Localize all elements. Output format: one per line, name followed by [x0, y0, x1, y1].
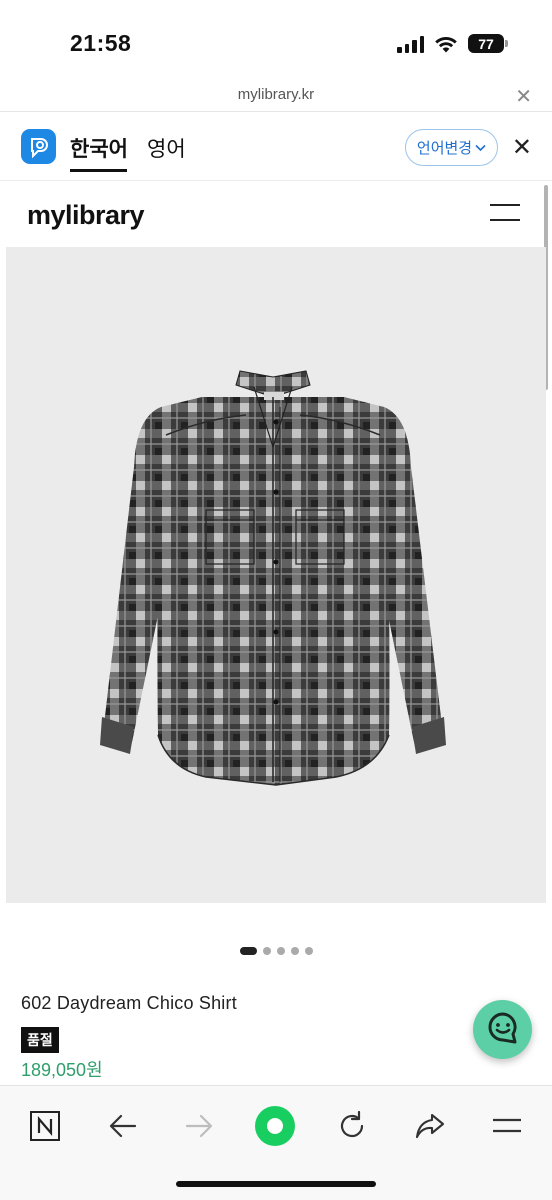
chevron-down-icon: [475, 139, 486, 156]
carousel-dot-active[interactable]: [239, 947, 257, 955]
hamburger-menu-icon[interactable]: [490, 204, 520, 234]
wifi-icon: [434, 35, 458, 53]
browser-url[interactable]: mylibrary.kr: [0, 86, 552, 103]
site-logo[interactable]: mylibrary: [27, 200, 145, 231]
close-icon[interactable]: ✕: [515, 84, 532, 109]
product-name[interactable]: 602 Daydream Chico Shirt: [21, 993, 237, 1014]
carousel-dot[interactable]: [304, 947, 313, 955]
chat-button[interactable]: [473, 1000, 532, 1059]
home-indicator[interactable]: [176, 1181, 376, 1187]
naver-n-icon[interactable]: [22, 1103, 68, 1149]
carousel-dot[interactable]: [276, 947, 285, 955]
signal-icon: [397, 35, 424, 53]
status-icons: 77: [397, 34, 508, 53]
reload-icon[interactable]: [329, 1103, 375, 1149]
translate-bar: 한국어 영어 언어변경 ✕: [0, 113, 552, 181]
language-change-button[interactable]: 언어변경: [405, 129, 498, 166]
back-arrow-icon[interactable]: [100, 1103, 146, 1149]
carousel-pager: [0, 947, 552, 955]
menu-icon[interactable]: [484, 1103, 530, 1149]
translate-logo-icon: [21, 129, 56, 164]
active-tab-indicator: [70, 169, 127, 172]
close-icon[interactable]: ✕: [512, 133, 532, 162]
tab-language-english[interactable]: 영어: [147, 133, 186, 163]
carousel-dot[interactable]: [290, 947, 299, 955]
status-time: 21:58: [70, 30, 132, 56]
tab-language-korean[interactable]: 한국어: [70, 133, 128, 163]
site-header: mylibrary: [0, 182, 552, 244]
forward-arrow-icon[interactable]: [176, 1103, 222, 1149]
plaid-shirt-product-photo[interactable]: [6, 247, 546, 903]
browser-url-bar[interactable]: mylibrary.kr ✕: [0, 82, 552, 112]
carousel-dot[interactable]: [262, 947, 271, 955]
language-change-label: 언어변경: [416, 140, 473, 157]
status-bar: 21:58 77: [0, 0, 552, 86]
product-price: 189,050원: [21, 1060, 103, 1080]
chat-bubble-icon: [486, 1010, 520, 1049]
soldout-badge: 품절: [21, 1027, 59, 1053]
battery-level: 77: [478, 35, 494, 52]
green-home-icon[interactable]: [252, 1103, 298, 1149]
share-icon[interactable]: [407, 1103, 453, 1149]
battery-icon: 77: [468, 34, 508, 53]
